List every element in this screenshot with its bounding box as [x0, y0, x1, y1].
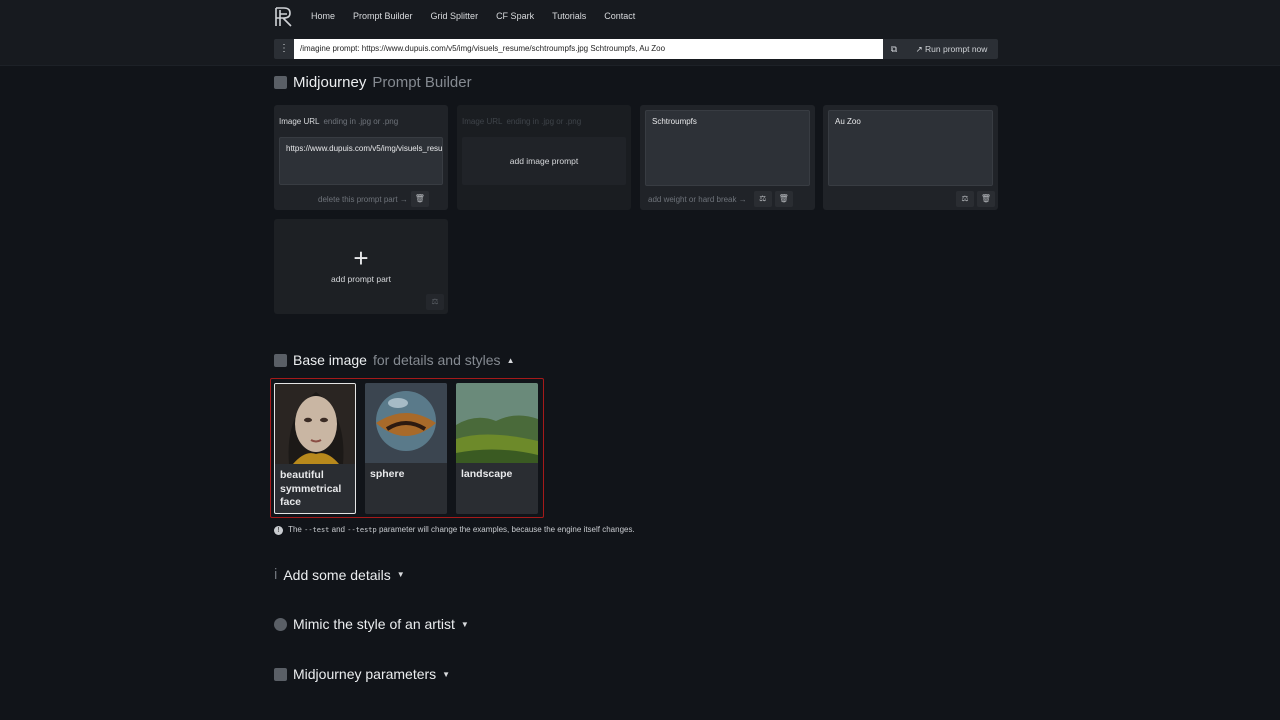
nav-prompt-builder[interactable]: Prompt Builder	[353, 11, 413, 21]
tile-caption: sphere	[370, 468, 405, 480]
section-add-details[interactable]: i Add some details ▼	[274, 566, 405, 583]
plus-icon: +	[353, 243, 369, 273]
base-image-subtitle: for details and styles	[372, 352, 501, 368]
face-thumbnail	[275, 384, 355, 464]
trash-icon[interactable]: 🗑	[410, 191, 429, 207]
nav-home[interactable]: Home	[311, 11, 335, 21]
base-image-tile-face[interactable]: beautiful symmetrical face	[274, 383, 356, 514]
section-mj-parameters[interactable]: Midjourney parameters ▼	[274, 666, 450, 682]
note-text-3: parameter will change the examples, beca…	[378, 525, 635, 534]
delete-prompt-part-link[interactable]: delete this prompt part →	[318, 195, 408, 204]
folder-icon	[274, 667, 287, 681]
landscape-thumbnail	[456, 383, 538, 463]
run-prompt-label: Run prompt now	[925, 44, 988, 54]
base-image-tile-sphere[interactable]: sphere	[365, 383, 447, 514]
command-menu-icon[interactable]: ⋮	[274, 39, 294, 59]
text-prompt-input-1[interactable]: Schtroumpfs	[645, 110, 810, 186]
add-weight-link[interactable]: add weight or hard break →	[648, 195, 747, 204]
caret-down-icon: ▼	[460, 619, 469, 629]
base-image-title: Base image	[293, 352, 367, 368]
page-title-main: Midjourney	[293, 74, 367, 91]
weight-icon[interactable]: ⚖	[426, 294, 444, 310]
text-card-1-footer: add weight or hard break → ⚖ 🗑	[648, 191, 793, 207]
nav-contact[interactable]: Contact	[604, 11, 635, 21]
run-prompt-button[interactable]: ↗ Run prompt now	[905, 39, 998, 59]
section-add-details-label: Add some details	[283, 566, 391, 583]
section-mimic-artist-label: Mimic the style of an artist	[293, 616, 455, 632]
image-url-hint: ending in .jpg or .png	[323, 117, 399, 126]
info-icon: i	[274, 566, 278, 583]
base-image-gallery: beautiful symmetrical face sphere landsc…	[270, 378, 544, 518]
image-prompt-card: Image URL ending in .jpg or .png https://…	[274, 105, 448, 210]
tile-caption: beautiful symmetrical face	[280, 469, 342, 509]
caret-down-icon: ▼	[442, 669, 451, 679]
note-text-1: The	[288, 525, 302, 534]
base-image-tile-landscape[interactable]: landscape	[456, 383, 538, 514]
note-text-2: and	[331, 525, 345, 534]
text-card-2-footer: ⚖ 🗑	[956, 191, 995, 207]
text-prompt-input-2[interactable]: Au Zoo	[828, 110, 993, 186]
nav-grid-splitter[interactable]: Grid Splitter	[431, 11, 479, 21]
section-mimic-artist[interactable]: Mimic the style of an artist ▼	[274, 616, 469, 632]
caret-down-icon: ▼	[396, 570, 405, 579]
top-navbar: Home Prompt Builder Grid Splitter CF Spa…	[0, 0, 1280, 66]
trash-icon[interactable]: 🗑	[774, 191, 793, 207]
note-code-test: --test	[304, 526, 330, 534]
add-image-url-label: Image URL ending in .jpg or .png	[462, 117, 581, 126]
text-prompt-card-2: Au Zoo ⚖ 🗑	[823, 105, 998, 210]
add-image-url-hint: ending in .jpg or .png	[506, 117, 582, 126]
base-image-header[interactable]: Base image for details and styles ▲	[274, 352, 514, 368]
external-link-icon: ↗	[915, 44, 926, 54]
image-url-label-text: Image URL	[279, 117, 320, 126]
add-prompt-part-label: add prompt part	[330, 274, 391, 284]
image-card-footer: delete this prompt part → 🗑	[318, 191, 429, 207]
page-title-rest: Prompt Builder	[372, 74, 472, 91]
site-logo-icon[interactable]	[274, 6, 294, 28]
image-url-input[interactable]: https://www.dupuis.com/v5/img/visuels_re…	[279, 137, 443, 185]
weight-icon[interactable]: ⚖	[956, 191, 974, 207]
main-nav: Home Prompt Builder Grid Splitter CF Spa…	[311, 11, 635, 21]
add-image-url-label-text: Image URL	[462, 117, 503, 126]
command-bar: ⋮ /imagine prompt: https://www.dupuis.co…	[274, 39, 998, 59]
prompt-output-field[interactable]: /imagine prompt: https://www.dupuis.com/…	[294, 39, 883, 59]
tile-caption: landscape	[461, 468, 513, 480]
sphere-thumbnail	[365, 383, 447, 463]
nav-tutorials[interactable]: Tutorials	[552, 11, 586, 21]
copy-icon[interactable]: ⧉	[883, 39, 905, 59]
note-code-testp: --testp	[347, 526, 377, 534]
palette-icon	[274, 617, 287, 631]
page-title: Midjourney Prompt Builder	[274, 74, 472, 91]
add-prompt-part-card[interactable]: + add prompt part ⚖	[274, 219, 448, 314]
builder-icon	[274, 76, 287, 89]
add-image-prompt-card: Image URL ending in .jpg or .png add imag…	[457, 105, 631, 210]
text-prompt-card-1: Schtroumpfs add weight or hard break → ⚖…	[640, 105, 815, 210]
engine-note: ! The --test and --testp parameter will …	[274, 525, 635, 535]
trash-icon[interactable]: 🗑	[977, 191, 995, 207]
weight-icon[interactable]: ⚖	[753, 191, 772, 207]
add-image-prompt-button[interactable]: add image prompt	[462, 137, 626, 185]
nav-cf-spark[interactable]: CF Spark	[496, 11, 534, 21]
image-url-label: Image URL ending in .jpg or .png	[279, 117, 398, 126]
section-mj-parameters-label: Midjourney parameters	[293, 666, 437, 682]
caret-up-icon: ▲	[506, 355, 515, 365]
camera-icon	[274, 353, 287, 367]
info-icon: !	[274, 526, 283, 535]
